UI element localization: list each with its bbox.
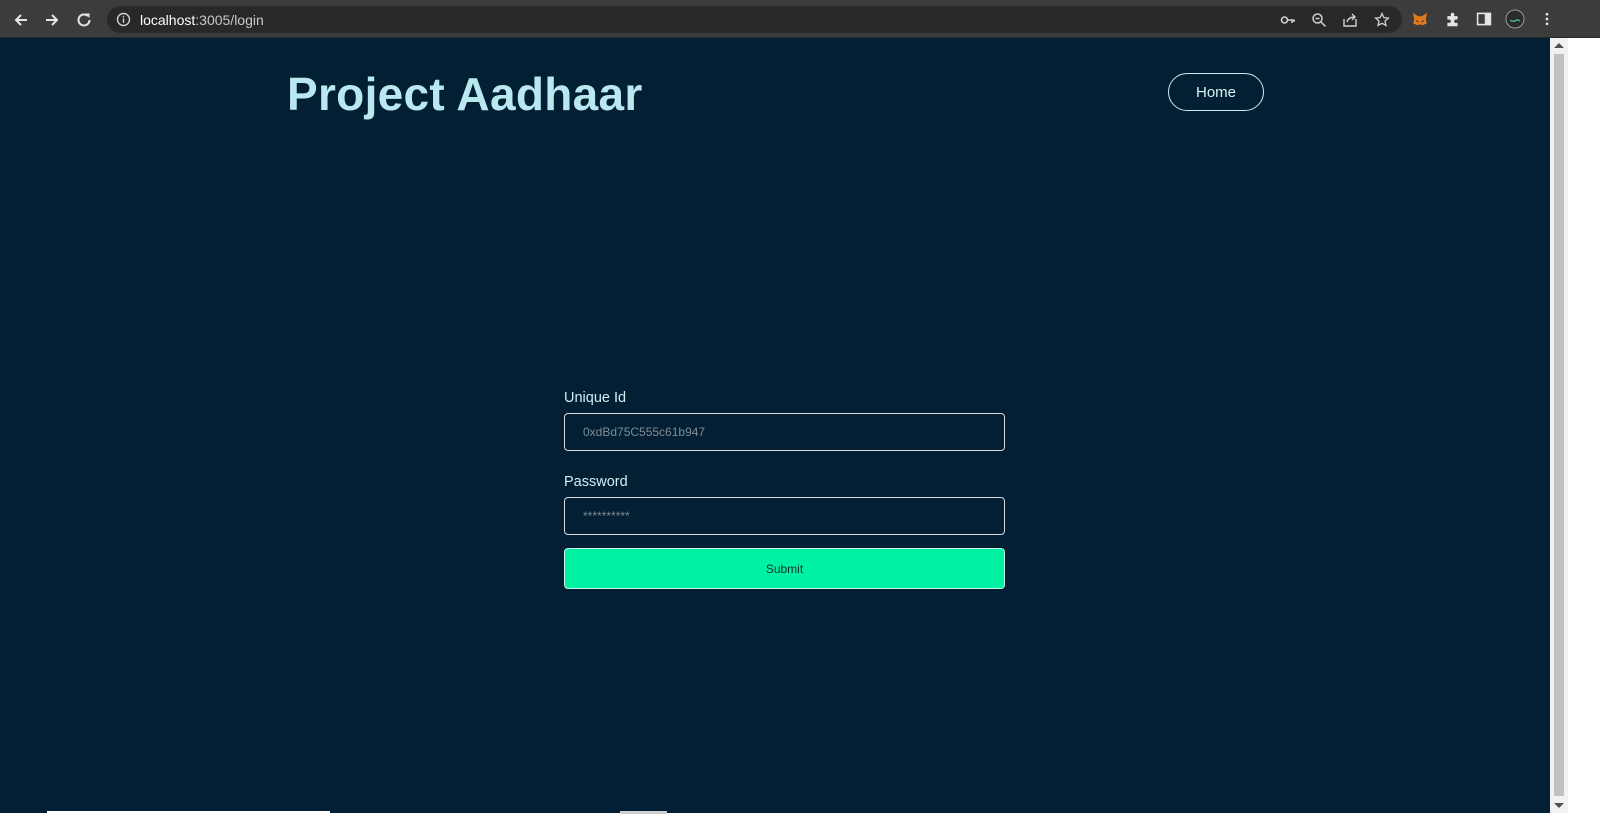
horizontal-scroll-indicator: [47, 811, 330, 814]
browser-toolbar: localhost:3005/login: [0, 0, 1600, 38]
brand-title: Project Aadhaar: [287, 68, 643, 120]
vertical-scrollbar[interactable]: [1550, 38, 1568, 813]
menu-kebab-icon[interactable]: [1537, 9, 1557, 29]
scrollbar-thumb[interactable]: [1554, 54, 1564, 796]
site-info-icon[interactable]: [116, 12, 131, 27]
extensions-puzzle-icon[interactable]: [1442, 9, 1462, 29]
login-form: Unique Id Password Submit: [564, 390, 1005, 589]
back-icon[interactable]: [8, 7, 34, 33]
share-icon[interactable]: [1342, 12, 1358, 28]
scroll-up-arrow-icon[interactable]: [1554, 43, 1564, 48]
home-button[interactable]: Home: [1168, 73, 1264, 111]
bookmark-star-icon[interactable]: [1374, 12, 1390, 28]
unique-id-label: Unique Id: [564, 390, 627, 406]
zoom-icon[interactable]: [1311, 12, 1327, 28]
taskbar-indicator: [620, 811, 667, 814]
password-label: Password: [564, 474, 628, 490]
reload-icon[interactable]: [71, 7, 97, 33]
password-input[interactable]: [564, 497, 1005, 535]
forward-icon[interactable]: [39, 7, 65, 33]
unique-id-input[interactable]: [564, 413, 1005, 451]
url-text[interactable]: localhost:3005/login: [140, 12, 264, 28]
key-icon[interactable]: [1280, 12, 1296, 28]
password-group: Password: [564, 474, 1005, 535]
bottom-edge: [0, 813, 1568, 830]
address-bar[interactable]: localhost:3005/login: [107, 6, 1402, 33]
metamask-fox-icon[interactable]: [1410, 9, 1430, 29]
side-panel-icon[interactable]: [1474, 9, 1494, 29]
page-viewport: Project Aadhaar Home Unique Id Password …: [0, 38, 1550, 813]
scroll-down-arrow-icon[interactable]: [1554, 803, 1564, 808]
submit-button[interactable]: Submit: [564, 548, 1005, 589]
profile-avatar-icon[interactable]: [1505, 9, 1525, 29]
window-edge: [1568, 38, 1600, 830]
